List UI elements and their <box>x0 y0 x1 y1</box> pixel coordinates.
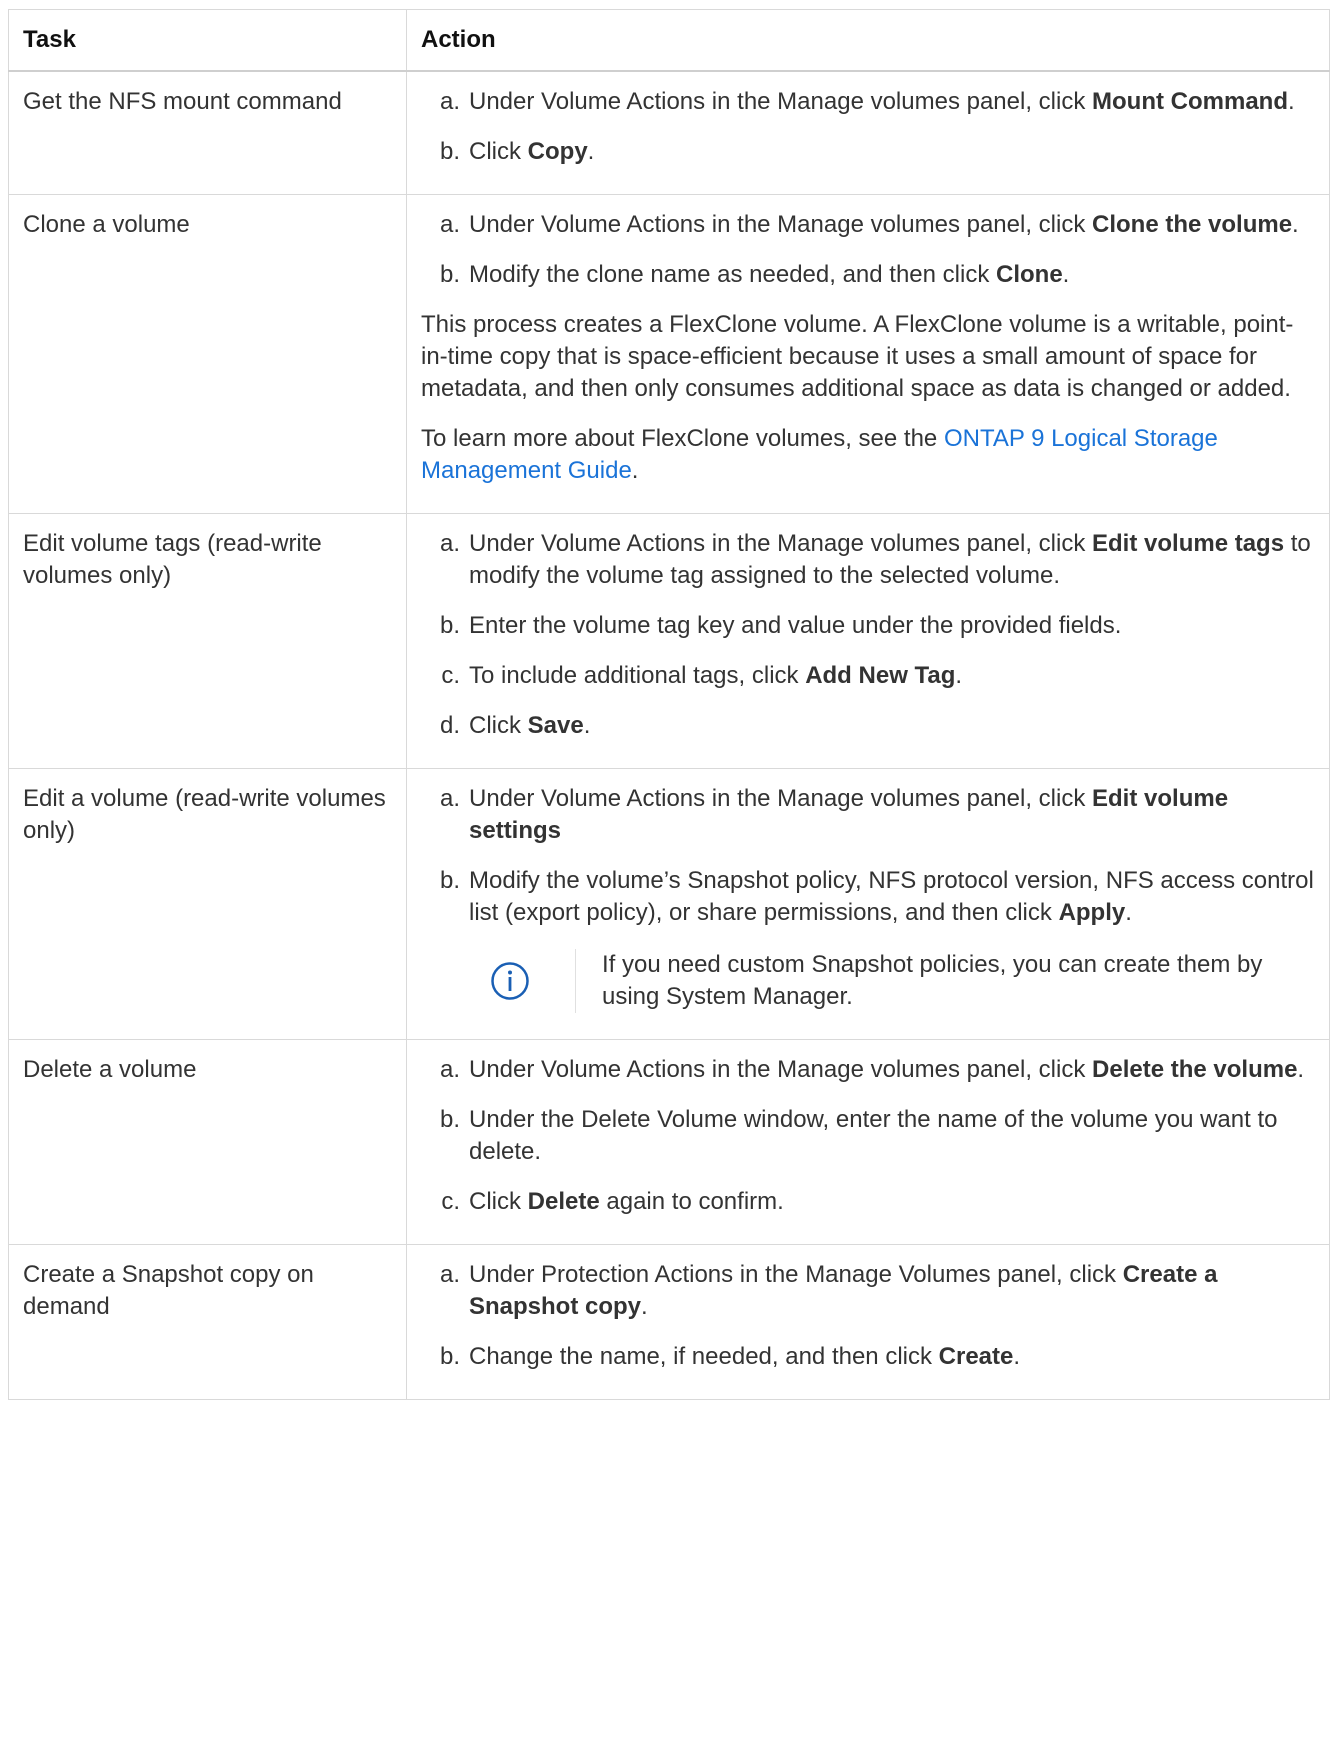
action-cell: a. Under Volume Actions in the Manage vol… <box>406 768 1330 1040</box>
step-item: c. To include additional tags, click Add … <box>441 662 963 689</box>
step-item: b. Enter the volume tag key and value und… <box>439 612 1122 639</box>
note-text: If you need custom Snapshot policies, yo… <box>602 951 1263 1010</box>
action-cell: a. Under Volume Actions in the Manage vol… <box>406 513 1330 769</box>
task-action-table: Task Action Get the NFS mount command a.… <box>8 9 1330 1400</box>
info-icon <box>469 961 551 1001</box>
step-item: a. Under Protection Actions in the Manage… <box>439 1261 1218 1320</box>
step-item: a. Under Volume Actions in the Manage vol… <box>439 88 1295 115</box>
table-row: Edit volume tags (read-write volumes onl… <box>8 513 1330 769</box>
task-cell: Delete a volume <box>8 1039 407 1245</box>
table-row: Edit a volume (read-write volumes only) … <box>8 768 1330 1040</box>
step-item: a. Under Volume Actions in the Manage vol… <box>439 211 1299 238</box>
info-note: If you need custom Snapshot policies, yo… <box>469 949 1315 1013</box>
task-action-table-container: Task Action Get the NFS mount command a.… <box>8 9 1330 1400</box>
table-header-row: Task Action <box>8 9 1330 72</box>
table-row: Get the NFS mount command a. Under Volume… <box>8 70 1330 195</box>
action-cell: a. Under Volume Actions in the Manage vol… <box>406 70 1330 195</box>
step-item: b. Under the Delete Volume window, enter … <box>439 1106 1278 1165</box>
task-cell: Edit a volume (read-write volumes only) <box>8 768 407 1040</box>
header-action: Action <box>406 9 1330 72</box>
step-item: c. Click Delete again to confirm. <box>441 1188 784 1215</box>
task-cell: Create a Snapshot copy on demand <box>8 1244 407 1400</box>
step-item: d. Click Save. <box>439 712 591 739</box>
step-item: a. Under Volume Actions in the Manage vol… <box>439 1056 1305 1083</box>
task-cell: Edit volume tags (read-write volumes onl… <box>8 513 407 769</box>
note-divider <box>575 949 576 1013</box>
step-item: a. Under Volume Actions in the Manage vol… <box>439 530 1311 589</box>
action-cell: a. Under Volume Actions in the Manage vol… <box>406 194 1330 514</box>
learn-more-paragraph: To learn more about FlexClone volumes, s… <box>421 425 1218 484</box>
action-cell: a. Under Protection Actions in the Manage… <box>406 1244 1330 1400</box>
task-cell: Clone a volume <box>8 194 407 514</box>
step-item: a. Under Volume Actions in the Manage vol… <box>439 785 1229 844</box>
table-row: Delete a volume a. Under Volume Actions i… <box>8 1039 1330 1245</box>
action-cell: a. Under Volume Actions in the Manage vol… <box>406 1039 1330 1245</box>
header-task: Task <box>8 9 407 72</box>
flexclone-description: This process creates a FlexClone volume.… <box>421 311 1294 402</box>
table-row: Create a Snapshot copy on demand a. Under… <box>8 1244 1330 1400</box>
table-row: Clone a volume a. Under Volume Actions in… <box>8 194 1330 514</box>
task-cell: Get the NFS mount command <box>8 70 407 195</box>
step-item: b. Modify the volume’s Snapshot policy, N… <box>439 867 1314 926</box>
step-item: b. Click Copy. <box>439 138 595 165</box>
step-item: b. Change the name, if needed, and then c… <box>439 1343 1021 1370</box>
step-item: b. Modify the clone name as needed, and t… <box>439 261 1070 288</box>
